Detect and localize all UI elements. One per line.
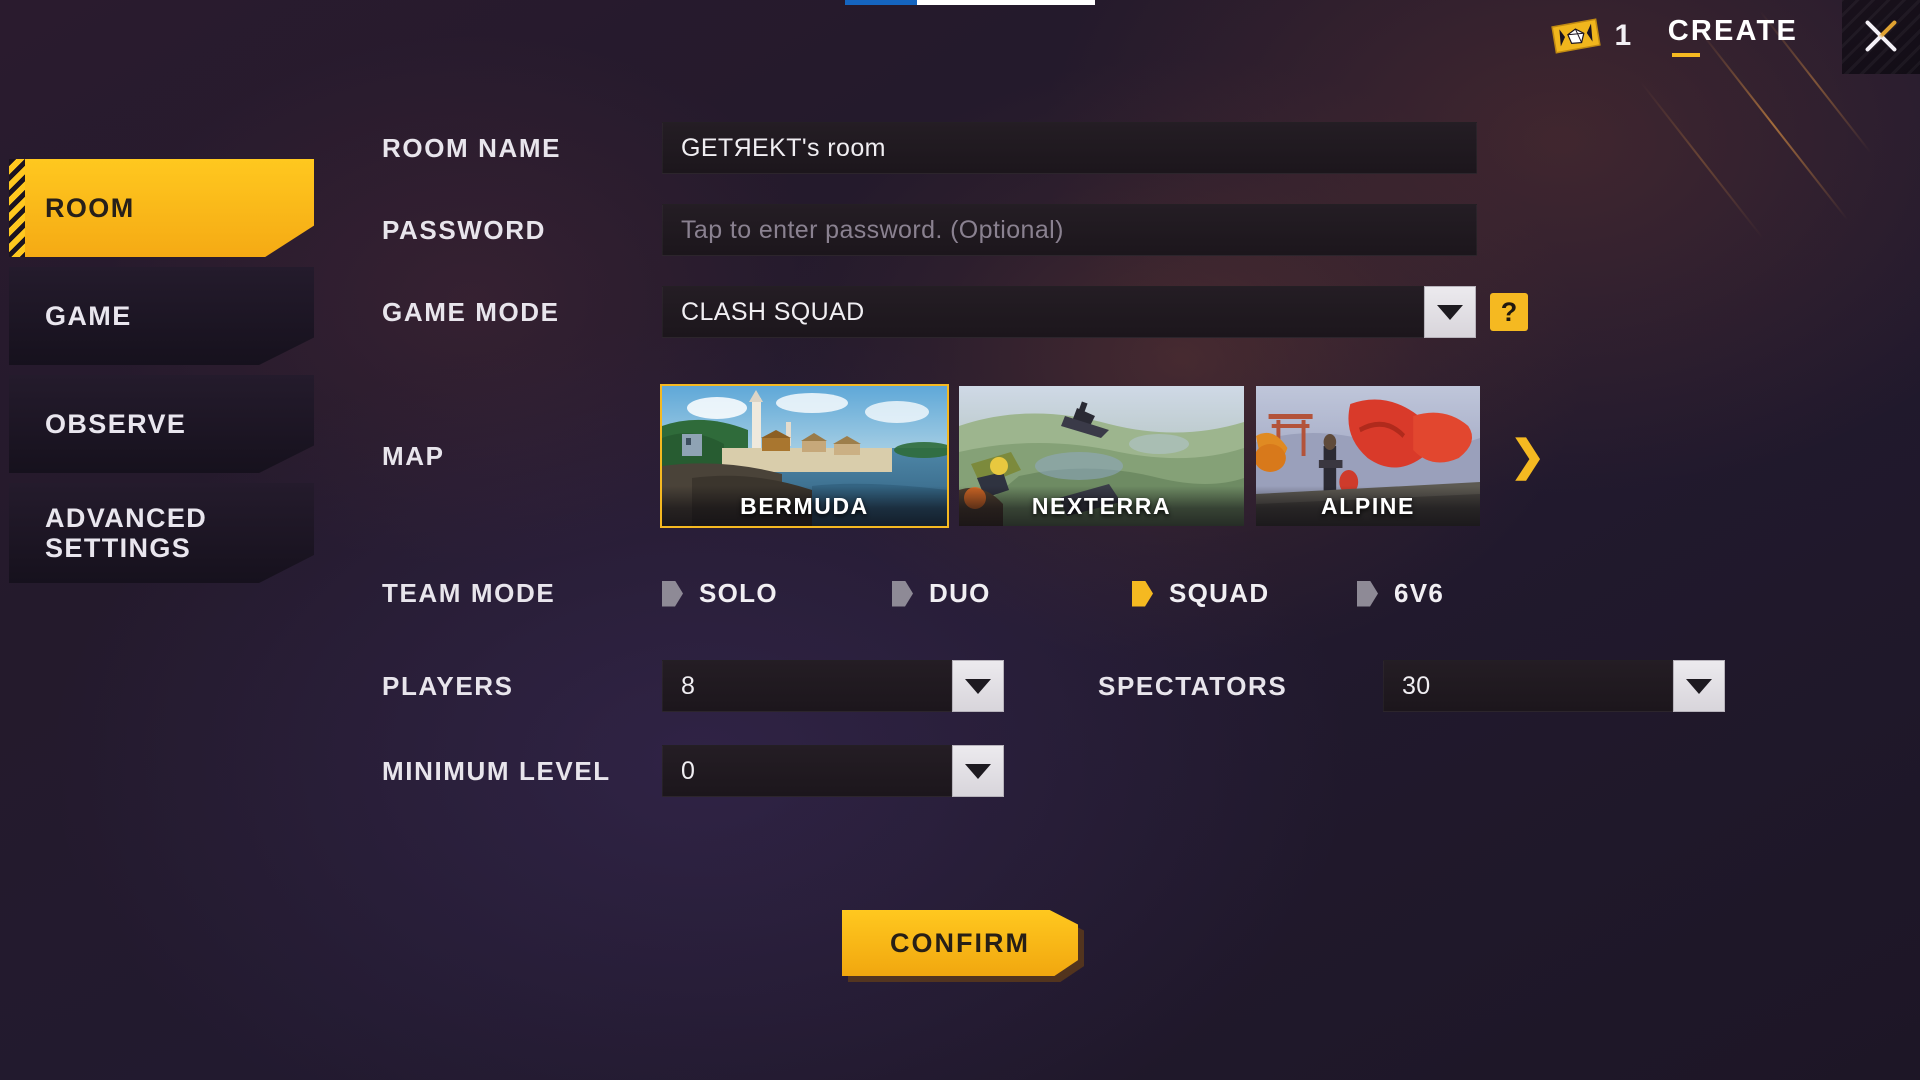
team-mode-label: TEAM MODE	[382, 578, 556, 608]
custom-room-screen: 1 CREATE ROOM GAME OBSERVE ADVANCED SETT…	[0, 0, 1920, 1080]
map-name: BERMUDA	[662, 486, 947, 526]
top-bar: 1 CREATE	[1549, 0, 1920, 74]
tab-create[interactable]: CREATE	[1668, 15, 1798, 57]
game-mode-select[interactable]: CLASH SQUAD	[662, 286, 1424, 338]
password-input[interactable]: Tap to enter password. (Optional)	[662, 204, 1477, 256]
close-button[interactable]	[1842, 0, 1920, 74]
ticket-count: 1	[1614, 19, 1632, 52]
sidebar-item-label: ROOM	[45, 192, 135, 223]
map-card-alpine[interactable]: ALPINE	[1256, 386, 1480, 526]
chevron-down-icon	[1686, 678, 1712, 694]
map-list: BERMUDA NEXTERRA ALPINE ❯	[660, 384, 1545, 528]
sidebar-item-label: ADVANCED SETTINGS	[45, 502, 208, 563]
password-label: PASSWORD	[382, 214, 546, 245]
team-mode-option-squad[interactable]: SQUAD	[1132, 578, 1357, 609]
team-mode-option-solo[interactable]: SOLO	[662, 578, 892, 609]
minimum-level-dropdown-button[interactable]	[952, 745, 1004, 797]
spectators-row: SPECTATORS 30	[1098, 660, 1725, 712]
game-mode-row: GAME MODE CLASH SQUAD ?	[382, 286, 1528, 338]
minimum-level-row: MINIMUM LEVEL 0	[382, 745, 1004, 797]
spectators-label: SPECTATORS	[1098, 670, 1288, 701]
chevron-down-icon	[1437, 304, 1463, 320]
players-row: PLAYERS 8	[382, 660, 1004, 712]
map-name: ALPINE	[1256, 486, 1480, 526]
browser-progress-sliver	[845, 0, 917, 5]
map-card-nexterra[interactable]: NEXTERRA	[959, 386, 1244, 526]
radio-marker-icon	[1357, 580, 1378, 607]
sidebar-item-game[interactable]: GAME	[9, 267, 314, 365]
minimum-level-label: MINIMUM LEVEL	[382, 755, 611, 786]
game-mode-dropdown-button[interactable]	[1424, 286, 1476, 338]
sidebar-item-room[interactable]: ROOM	[9, 159, 314, 257]
chevron-down-icon	[965, 678, 991, 694]
close-icon	[1860, 15, 1902, 57]
spectators-dropdown-button[interactable]	[1673, 660, 1725, 712]
game-mode-help-button[interactable]: ?	[1490, 293, 1528, 331]
chevron-down-icon	[965, 763, 991, 779]
sidebar-item-label: GAME	[45, 300, 132, 331]
room-name-label: ROOM NAME	[382, 132, 562, 163]
game-mode-label: GAME MODE	[382, 296, 560, 327]
players-label: PLAYERS	[382, 670, 514, 701]
map-name: NEXTERRA	[959, 486, 1244, 526]
decorative-streak	[1639, 80, 1764, 240]
confirm-button-wrapper: CONFIRM	[842, 910, 1084, 982]
team-mode-option-label: SOLO	[699, 578, 778, 608]
map-card-bermuda[interactable]: BERMUDA	[660, 384, 949, 528]
sidebar-item-advanced-settings[interactable]: ADVANCED SETTINGS	[9, 483, 314, 583]
room-name-row: ROOM NAME GETЯEKT's room	[382, 122, 1477, 174]
team-mode-option-label: 6V6	[1394, 578, 1445, 608]
players-select[interactable]: 8	[662, 660, 952, 712]
radio-marker-icon	[1132, 580, 1153, 607]
team-mode-option-label: DUO	[929, 578, 991, 608]
team-mode-option-6v6[interactable]: 6V6	[1357, 578, 1444, 609]
room-name-input[interactable]: GETЯEKT's room	[662, 122, 1477, 174]
radio-marker-icon	[892, 580, 913, 607]
players-dropdown-button[interactable]	[952, 660, 1004, 712]
team-mode-option-duo[interactable]: DUO	[892, 578, 1132, 609]
radio-marker-icon	[662, 580, 683, 607]
ticket-icon	[1549, 17, 1602, 55]
map-label: MAP	[382, 440, 445, 471]
spectators-select[interactable]: 30	[1383, 660, 1673, 712]
map-row: MAP BERMUDA NEXTERRA ALPINE ❯	[382, 384, 1545, 528]
password-row: PASSWORD Tap to enter password. (Optiona…	[382, 204, 1477, 256]
map-next-arrow[interactable]: ❯	[1510, 435, 1545, 477]
sidebar-item-observe[interactable]: OBSERVE	[9, 375, 314, 473]
team-mode-row: TEAM MODE SOLO DUO SQUAD 6V6	[382, 578, 1444, 609]
minimum-level-select[interactable]: 0	[662, 745, 952, 797]
confirm-button[interactable]: CONFIRM	[842, 910, 1078, 976]
sidebar-item-label: OBSERVE	[45, 408, 187, 439]
sidebar: ROOM GAME OBSERVE ADVANCED SETTINGS	[9, 159, 314, 593]
team-mode-option-label: SQUAD	[1169, 578, 1270, 608]
